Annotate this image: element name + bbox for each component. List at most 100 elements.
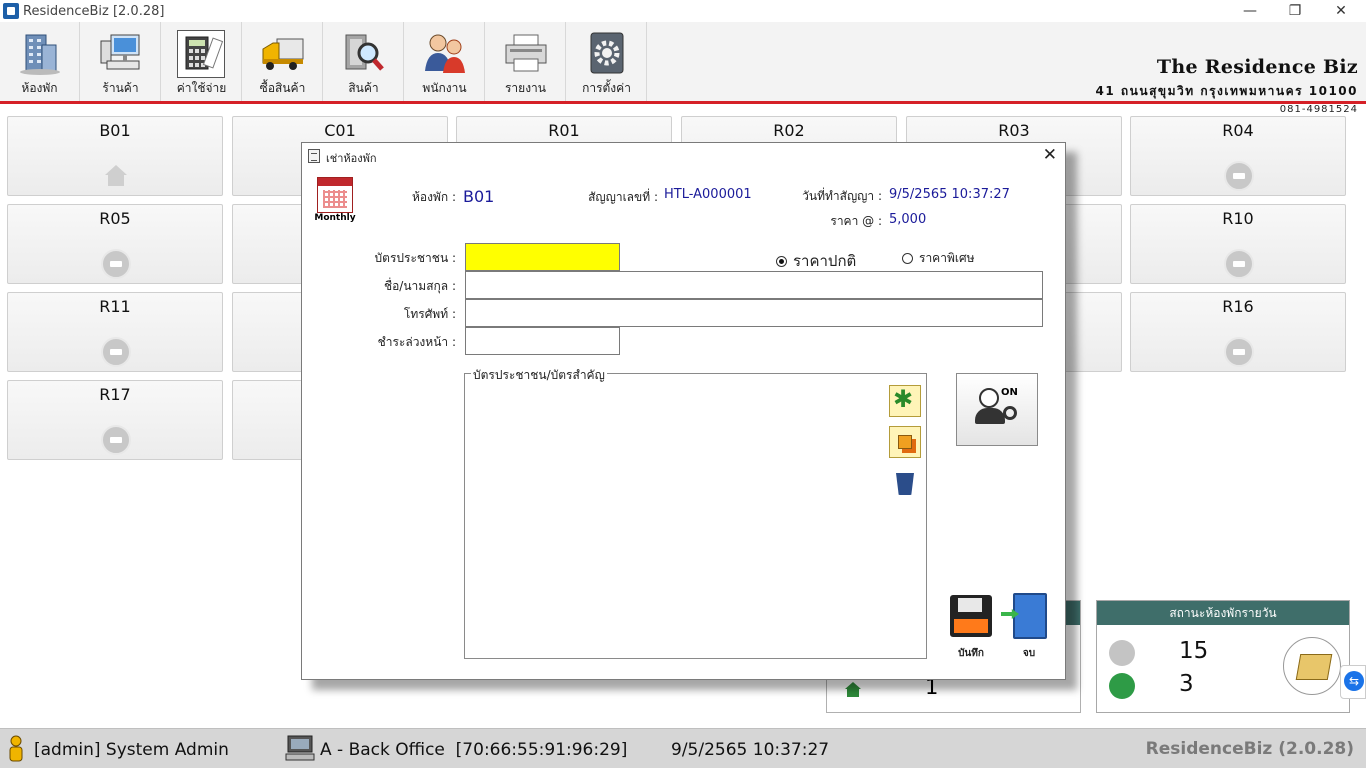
user-icon <box>9 735 23 762</box>
toolbar-reports-button[interactable]: รายงาน <box>486 22 566 101</box>
dialog-close-button[interactable]: ✕ <box>1043 145 1057 165</box>
status-bar: [admin] System Admin A - Back Office [70… <box>0 728 1366 768</box>
home-icon <box>105 165 127 186</box>
vacant-bed-icon <box>1109 640 1135 666</box>
id-card-input[interactable] <box>465 243 620 271</box>
folder-report-icon[interactable] <box>1283 637 1341 695</box>
remote-support-icon[interactable] <box>1340 665 1366 699</box>
card-reader-on-label: ON <box>1001 387 1018 398</box>
deposit-input[interactable] <box>465 327 620 355</box>
toolbar-products-button[interactable]: สินค้า <box>324 22 404 101</box>
window-title: ResidenceBiz [2.0.28] <box>23 3 165 19</box>
documents-label: บัตรประชาชน/บัตรสำคัญ <box>471 366 607 385</box>
room-tile-r10[interactable]: R10 <box>1130 204 1346 284</box>
floppy-disk-icon <box>950 595 992 637</box>
room-name: R02 <box>773 121 805 140</box>
toolbar-shop-button[interactable]: ร้านค้า <box>81 22 161 101</box>
price-value: 5,000 <box>889 212 927 227</box>
special-price-label: ราคาพิเศษ <box>919 251 975 265</box>
copy-document-icon[interactable] <box>889 426 921 458</box>
dialog-title: เช่าห้องพัก <box>326 152 377 165</box>
room-tile-r05[interactable]: R05 <box>7 204 223 284</box>
toolbar-reports-label: รายงาน <box>504 81 546 95</box>
fullname-input[interactable] <box>465 271 1043 299</box>
vacant-bed-icon <box>101 337 131 367</box>
vacant-count: 15 <box>1179 638 1209 664</box>
room-name: R04 <box>1222 121 1254 140</box>
room-tile-r17[interactable]: R17 <box>7 380 223 460</box>
room-name: R01 <box>548 121 580 140</box>
window-close-button[interactable]: ✕ <box>1318 0 1364 22</box>
deposit-label: ชำระล่วงหน้า : <box>377 335 456 349</box>
vacant-count-row: 15 <box>1109 638 1229 668</box>
app-logo-icon <box>3 3 19 19</box>
id-card-label: บัตรประชาชน : <box>374 251 456 265</box>
contract-date-label: วันที่ทำสัญญา : <box>802 189 882 203</box>
status-datetime: 9/5/2565 10:37:27 <box>671 740 830 760</box>
toolbar-shop-label: ร้านค้า <box>102 81 139 95</box>
toolbar-rooms-button[interactable]: ห้องพัก <box>0 22 80 101</box>
phone-input[interactable] <box>465 299 1043 327</box>
room-value: B01 <box>463 187 495 206</box>
daily-status-title: สถานะห้องพักรายวัน <box>1097 601 1349 625</box>
room-tile-r11[interactable]: R11 <box>7 292 223 372</box>
printer-icon <box>505 34 547 72</box>
special-price-radio[interactable]: ราคาพิเศษ <box>902 249 975 268</box>
calculator-icon <box>185 36 224 70</box>
toolbar-expenses-label: ค่าใช้จ่าย <box>176 81 227 95</box>
exit-button[interactable]: จบ <box>1003 593 1055 661</box>
occupied-count-row: 3 <box>1109 671 1229 701</box>
normal-price-label: ราคาปกติ <box>793 252 857 270</box>
product-search-icon <box>345 34 384 71</box>
company-info: The Residence Biz 41 ถนนสุขุมวิท กรุงเทพ… <box>1096 56 1358 115</box>
vacant-bed-icon <box>1224 249 1254 279</box>
room-name: R16 <box>1222 297 1254 316</box>
rental-type-label: Monthly <box>314 213 356 223</box>
save-label: บันทึก <box>958 648 984 659</box>
toolbar-expenses-button[interactable]: ค่าใช้จ่าย <box>162 22 242 101</box>
company-name: The Residence Biz <box>1156 56 1358 78</box>
room-tile-r16[interactable]: R16 <box>1130 292 1346 372</box>
company-phone: 081-4981524 <box>1279 104 1358 115</box>
current-user: [admin] System Admin <box>34 740 229 760</box>
delete-bin-icon[interactable] <box>889 467 921 499</box>
room-label: ห้องพัก : <box>411 190 456 204</box>
card-reader-button[interactable]: ON <box>956 373 1038 446</box>
documents-group: บัตรประชาชน/บัตรสำคัญ <box>464 366 927 659</box>
scan-document-icon[interactable] <box>889 385 921 417</box>
room-tile-b01[interactable]: B01 <box>7 116 223 196</box>
room-name: C01 <box>324 121 356 140</box>
toolbar-rooms-label: ห้องพัก <box>21 81 58 95</box>
room-name: B01 <box>99 121 131 140</box>
toolbar-purchase-label: ซื้อสินค้า <box>259 81 306 95</box>
settings-gear-icon <box>590 32 624 74</box>
toolbar-settings-button[interactable]: การตั้งค่า <box>567 22 647 101</box>
toolbar-settings-label: การตั้งค่า <box>582 81 631 95</box>
computer-icon <box>100 34 140 70</box>
contract-date: 9/5/2565 10:37:27 <box>889 187 1010 202</box>
vacant-bed-icon <box>1224 337 1254 367</box>
occupied-bed-icon <box>1109 673 1135 699</box>
toolbar-staff-label: พนักงาน <box>422 81 467 95</box>
save-button[interactable]: บันทึก <box>945 593 997 661</box>
toolbar-staff-button[interactable]: พนักงาน <box>405 22 485 101</box>
occupied-count: 3 <box>1179 671 1194 697</box>
company-address: 41 ถนนสุขุมวิท กรุงเทพมหานคร 10100 <box>1095 84 1358 98</box>
room-name: R05 <box>99 209 131 228</box>
minimize-button[interactable]: — <box>1227 0 1273 22</box>
toolbar-purchase-button[interactable]: ซื้อสินค้า <box>243 22 323 101</box>
phone-label: โทรศัพท์ : <box>403 307 456 321</box>
exit-door-icon <box>1013 593 1047 639</box>
restore-button[interactable]: ❐ <box>1272 0 1318 22</box>
building-icon <box>20 34 60 75</box>
clipboard-icon <box>308 149 320 163</box>
person-icon <box>979 388 999 408</box>
monthly-calendar-icon: Monthly <box>314 177 356 223</box>
room-tile-r04[interactable]: R04 <box>1130 116 1346 196</box>
fullname-label: ชื่อ/นามสกุล : <box>383 279 456 293</box>
room-name: R11 <box>99 297 131 316</box>
main-toolbar: ห้องพัก ร้านค้า ค่าใช้จ่าย ซื้อสินค้า สิ… <box>0 22 1366 115</box>
normal-price-radio[interactable]: ราคาปกติ <box>776 249 856 273</box>
room-name: R10 <box>1222 209 1254 228</box>
daily-status-panel: สถานะห้องพักรายวัน 15 3 <box>1096 600 1350 713</box>
